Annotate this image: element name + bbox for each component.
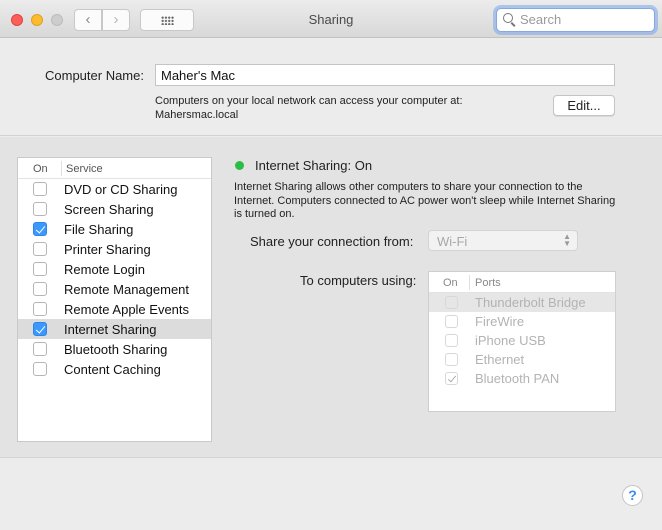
port-label: FireWire	[475, 314, 525, 329]
services-table-header: On Service	[18, 158, 211, 179]
service-checkbox[interactable]	[33, 322, 47, 336]
column-header-on[interactable]: On	[443, 277, 458, 289]
port-checkbox	[445, 334, 458, 347]
port-row: iPhone USB	[429, 331, 615, 350]
service-row[interactable]: DVD or CD Sharing	[18, 179, 211, 199]
service-label: Remote Management	[64, 282, 190, 297]
ports-table-header: On Ports	[429, 272, 615, 293]
local-hostname: Mahersmac.local	[155, 109, 239, 121]
service-checkbox[interactable]	[33, 202, 47, 216]
port-checkbox	[445, 372, 458, 385]
service-row[interactable]: Content Caching	[18, 359, 211, 379]
service-label: Remote Login	[64, 262, 145, 277]
port-row: FireWire	[429, 312, 615, 331]
column-header-ports[interactable]: Ports	[475, 277, 501, 289]
edit-button[interactable]: Edit...	[553, 95, 615, 116]
computer-name-section: Computer Name: Computers on your local n…	[0, 39, 662, 136]
service-label: DVD or CD Sharing	[64, 182, 178, 197]
service-checkbox[interactable]	[33, 222, 47, 236]
network-access-text: Computers on your local network can acce…	[155, 95, 463, 107]
share-from-popup[interactable]: Wi-Fi ▲ ▼	[428, 230, 578, 251]
popup-arrows-icon: ▲ ▼	[563, 232, 571, 248]
port-row: Ethernet	[429, 350, 615, 369]
port-checkbox	[445, 296, 458, 309]
port-label: Thunderbolt Bridge	[475, 295, 586, 310]
service-checkbox[interactable]	[33, 282, 47, 296]
service-row[interactable]: Remote Login	[18, 259, 211, 279]
port-checkbox	[445, 353, 458, 366]
service-row[interactable]: Remote Management	[18, 279, 211, 299]
service-label: Remote Apple Events	[64, 302, 190, 317]
service-checkbox[interactable]	[33, 342, 47, 356]
service-label: Screen Sharing	[64, 202, 154, 217]
service-label: Internet Sharing	[64, 322, 157, 337]
search-input[interactable]	[520, 12, 645, 27]
computer-name-description: Computers on your local network can acce…	[155, 94, 463, 122]
share-from-label: Share your connection from:	[250, 234, 414, 249]
service-label: Content Caching	[64, 362, 161, 377]
status-indicator-icon	[235, 161, 244, 170]
port-checkbox	[445, 315, 458, 328]
ports-table: On Ports Thunderbolt Bridge FireWire iPhon…	[428, 271, 616, 412]
service-label: Bluetooth Sharing	[64, 342, 168, 357]
search-icon	[503, 13, 513, 23]
sharing-pane: On Service DVD or CD Sharing Screen Shari…	[0, 137, 662, 458]
search-field[interactable]	[496, 8, 655, 32]
column-divider	[61, 161, 62, 176]
service-checkbox[interactable]	[33, 362, 47, 376]
service-row[interactable]: Screen Sharing	[18, 199, 211, 219]
service-checkbox[interactable]	[33, 302, 47, 316]
computer-name-input[interactable]	[155, 64, 615, 86]
service-row[interactable]: Remote Apple Events	[18, 299, 211, 319]
port-label: iPhone USB	[475, 333, 546, 348]
computer-name-label: Computer Name:	[45, 68, 144, 83]
column-divider	[469, 275, 470, 290]
column-header-on[interactable]: On	[33, 163, 48, 175]
port-row: Thunderbolt Bridge	[429, 293, 615, 312]
port-label: Ethernet	[475, 352, 525, 367]
column-header-service[interactable]: Service	[66, 163, 103, 175]
title-bar: ‹ › Sharing	[0, 0, 662, 38]
service-checkbox[interactable]	[33, 262, 47, 276]
question-mark-icon: ?	[628, 487, 637, 503]
service-label: Printer Sharing	[64, 242, 151, 257]
service-checkbox[interactable]	[33, 182, 47, 196]
service-row[interactable]: File Sharing	[18, 219, 211, 239]
service-label: File Sharing	[64, 222, 134, 237]
port-row: Bluetooth PAN	[429, 369, 615, 388]
to-computers-label: To computers using:	[300, 273, 417, 288]
service-row[interactable]: Bluetooth Sharing	[18, 339, 211, 359]
service-description: Internet Sharing allows other computers …	[234, 181, 616, 220]
port-label: Bluetooth PAN	[475, 371, 560, 386]
share-from-value: Wi-Fi	[437, 234, 468, 249]
services-table: On Service DVD or CD Sharing Screen Shari…	[17, 157, 212, 442]
service-status: Internet Sharing: On	[255, 158, 373, 173]
service-row[interactable]: Printer Sharing	[18, 239, 211, 259]
service-checkbox[interactable]	[33, 242, 47, 256]
help-button[interactable]: ?	[622, 485, 643, 506]
service-row[interactable]: Internet Sharing	[18, 319, 211, 339]
